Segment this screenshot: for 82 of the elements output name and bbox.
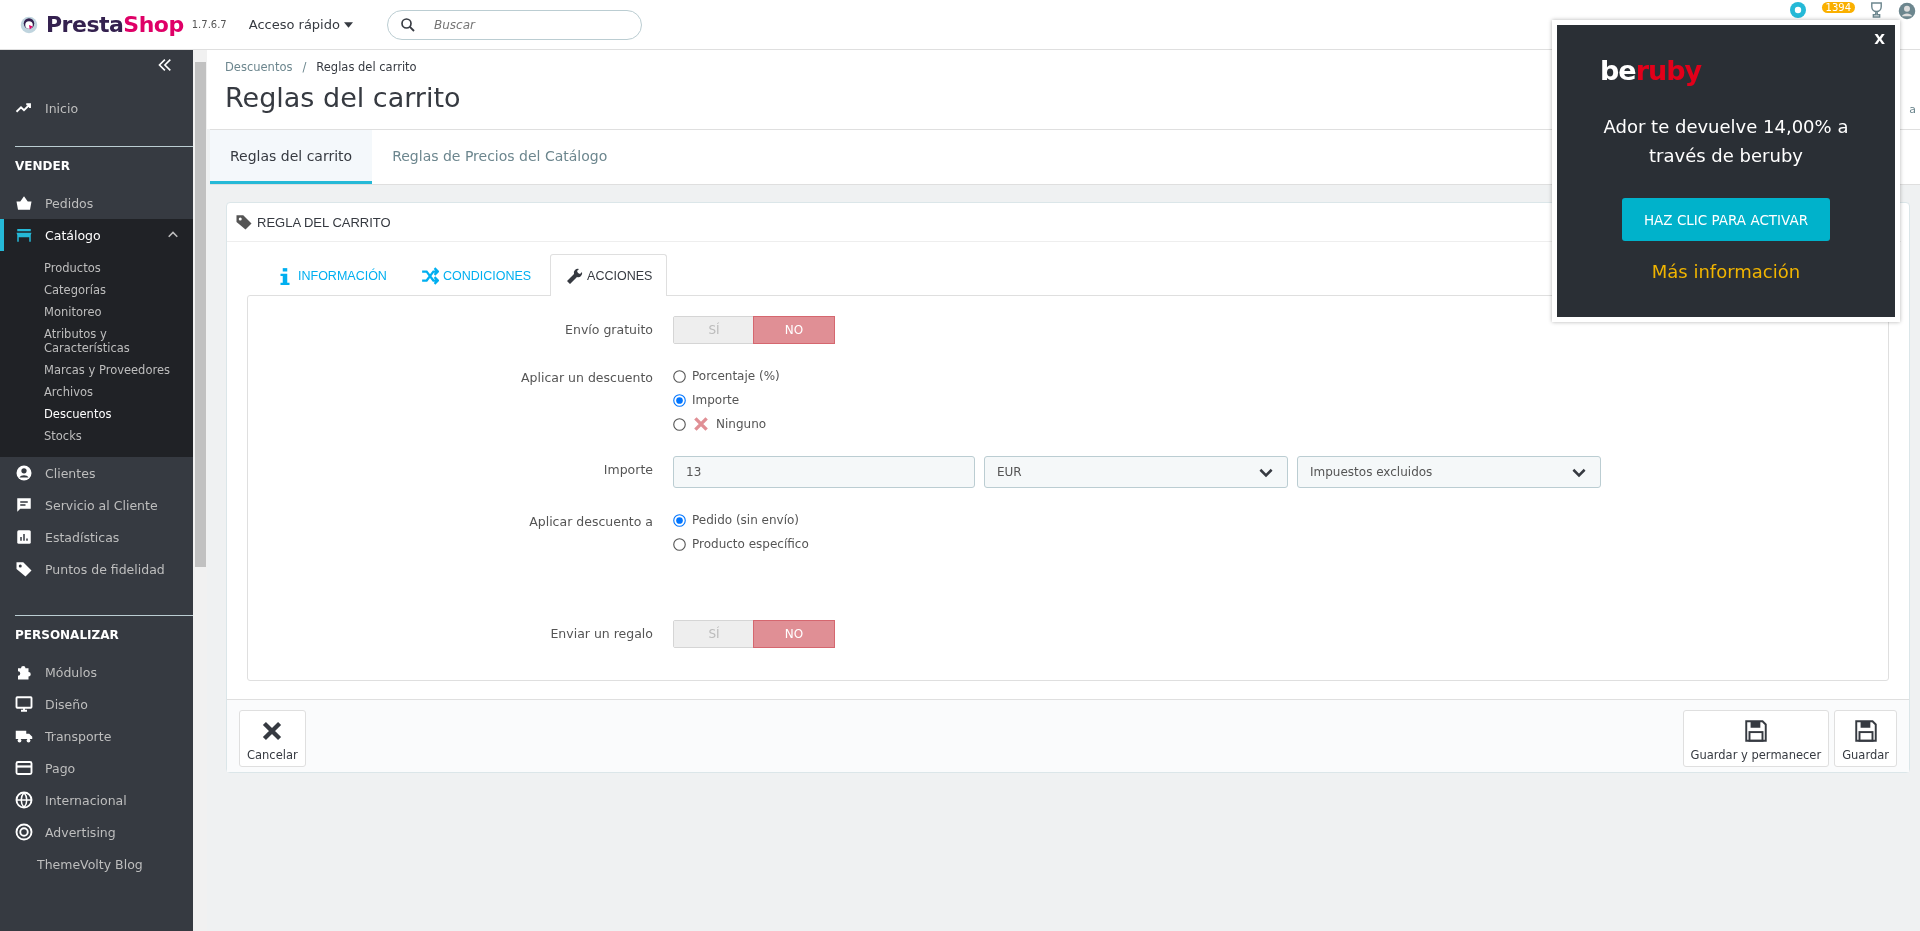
search-icon (398, 15, 417, 34)
tag-icon (235, 213, 253, 231)
chart-icon (15, 528, 33, 546)
section-heading: PERSONALIZAR (15, 628, 120, 644)
card-title: REGLA DEL CARRITO (257, 214, 391, 230)
breadcrumb-separator: / (302, 60, 307, 74)
radio-label: Porcentaje (%) (692, 369, 780, 383)
submenu-item[interactable]: Archivos (44, 381, 189, 403)
sidebar-item[interactable]: Servicio al Cliente (0, 489, 193, 521)
radio-label: Pedido (sin envío) (692, 513, 800, 527)
currency-select[interactable]: EUR (984, 456, 1288, 488)
form-tab[interactable]: ACCIONES (550, 254, 668, 296)
logo-icon (20, 15, 38, 34)
cross-icon (692, 415, 710, 433)
shuffle-icon (420, 266, 439, 285)
caret-icon (343, 21, 353, 28)
submenu-item[interactable]: Marcas y Proveedores (44, 359, 189, 381)
sidebar-item[interactable]: Internacional (0, 784, 193, 816)
amount-field[interactable]: 13 (673, 456, 975, 488)
radio-button[interactable] (673, 393, 686, 407)
sidebar-item[interactable]: Catálogo (0, 219, 193, 251)
page-tab[interactable]: Reglas del carrito (210, 130, 373, 184)
field-label: Importe (602, 461, 653, 477)
logo-text: PrestaShop (46, 12, 184, 37)
target-icon (15, 823, 33, 841)
cancel-button[interactable]: Cancelar (239, 710, 306, 767)
submenu-item[interactable]: Atributos y Características (44, 323, 189, 359)
quick-access-menu[interactable]: Acceso rápido (248, 17, 353, 32)
trophy-icon (1871, 2, 1882, 18)
sidebar-item[interactable]: Transporte (0, 720, 193, 752)
submenu-item[interactable]: Stocks (44, 425, 189, 447)
wrench-icon (565, 266, 584, 285)
toolbar-label: a (1909, 103, 1916, 116)
person-icon (15, 464, 33, 482)
popup-logo: beruby (1600, 55, 1702, 86)
field-label: Aplicar descuento a (528, 513, 653, 529)
sidebar-item[interactable]: Puntos de fidelidad (0, 553, 193, 585)
globe-icon (15, 791, 33, 809)
sidebar-item[interactable]: Diseño (0, 688, 193, 720)
field-label: Aplicar un descuento (520, 369, 653, 385)
radio-label: Producto específico (692, 537, 809, 551)
sidebar-item[interactable]: Estadísticas (0, 521, 193, 553)
card-icon (15, 759, 33, 777)
basket-icon (15, 194, 33, 212)
page-title: Reglas del carrito (225, 82, 461, 113)
submenu-item[interactable]: Descuentos (44, 403, 189, 425)
radio-label: Importe (692, 393, 740, 407)
save-button[interactable]: Guardar (1834, 710, 1897, 767)
field-label: Envío gratuito (564, 321, 653, 337)
radio-button[interactable] (673, 513, 686, 527)
puzzle-icon (15, 663, 33, 681)
submenu-item[interactable]: Categorías (44, 279, 189, 301)
tax-select[interactable]: Impuestos excluidos (1297, 456, 1601, 488)
page-tab[interactable]: Reglas de Precios del Catálogo (372, 130, 628, 184)
sidebar-item[interactable]: Pedidos (0, 187, 193, 219)
breadcrumb-item[interactable]: Descuentos (225, 60, 293, 74)
store-icon (15, 226, 33, 244)
search-field[interactable]: Buscar (386, 9, 642, 40)
section-heading: VENDER (15, 159, 71, 175)
radio-button[interactable] (673, 369, 686, 383)
radio-button[interactable] (673, 537, 686, 551)
radio-button[interactable] (673, 417, 686, 431)
radio-label: Ninguno (716, 417, 767, 431)
submenu-item[interactable]: Productos (44, 257, 189, 279)
sidebar-item[interactable]: Inicio (0, 92, 193, 124)
version-label: 1.7.6.7 (191, 19, 227, 30)
save-button[interactable]: Guardar y permanecer (1682, 710, 1830, 767)
sidebar-item[interactable]: Advertising (0, 816, 193, 848)
field-label: Enviar un regalo (549, 625, 653, 641)
notification-badge: 1394 (1821, 2, 1855, 13)
sidebar-item[interactable]: Pago (0, 752, 193, 784)
more-info-link[interactable]: Más información (1651, 261, 1801, 282)
tag-icon (15, 560, 33, 578)
sidebar-item[interactable]: Clientes (0, 457, 193, 489)
close-button[interactable]: X (1874, 31, 1885, 47)
popup-message: Ador te devuelve 14,00% a través de beruby (1602, 115, 1850, 168)
chat-icon (15, 496, 33, 514)
breadcrumb-item: Reglas del carrito (316, 60, 417, 74)
sidebar-item[interactable]: ThemeVolty Blog (0, 848, 193, 880)
submenu-item[interactable]: Monitoreo (44, 301, 189, 323)
sidebar-item[interactable]: Módulos (0, 656, 193, 688)
monitor-icon (15, 695, 33, 713)
